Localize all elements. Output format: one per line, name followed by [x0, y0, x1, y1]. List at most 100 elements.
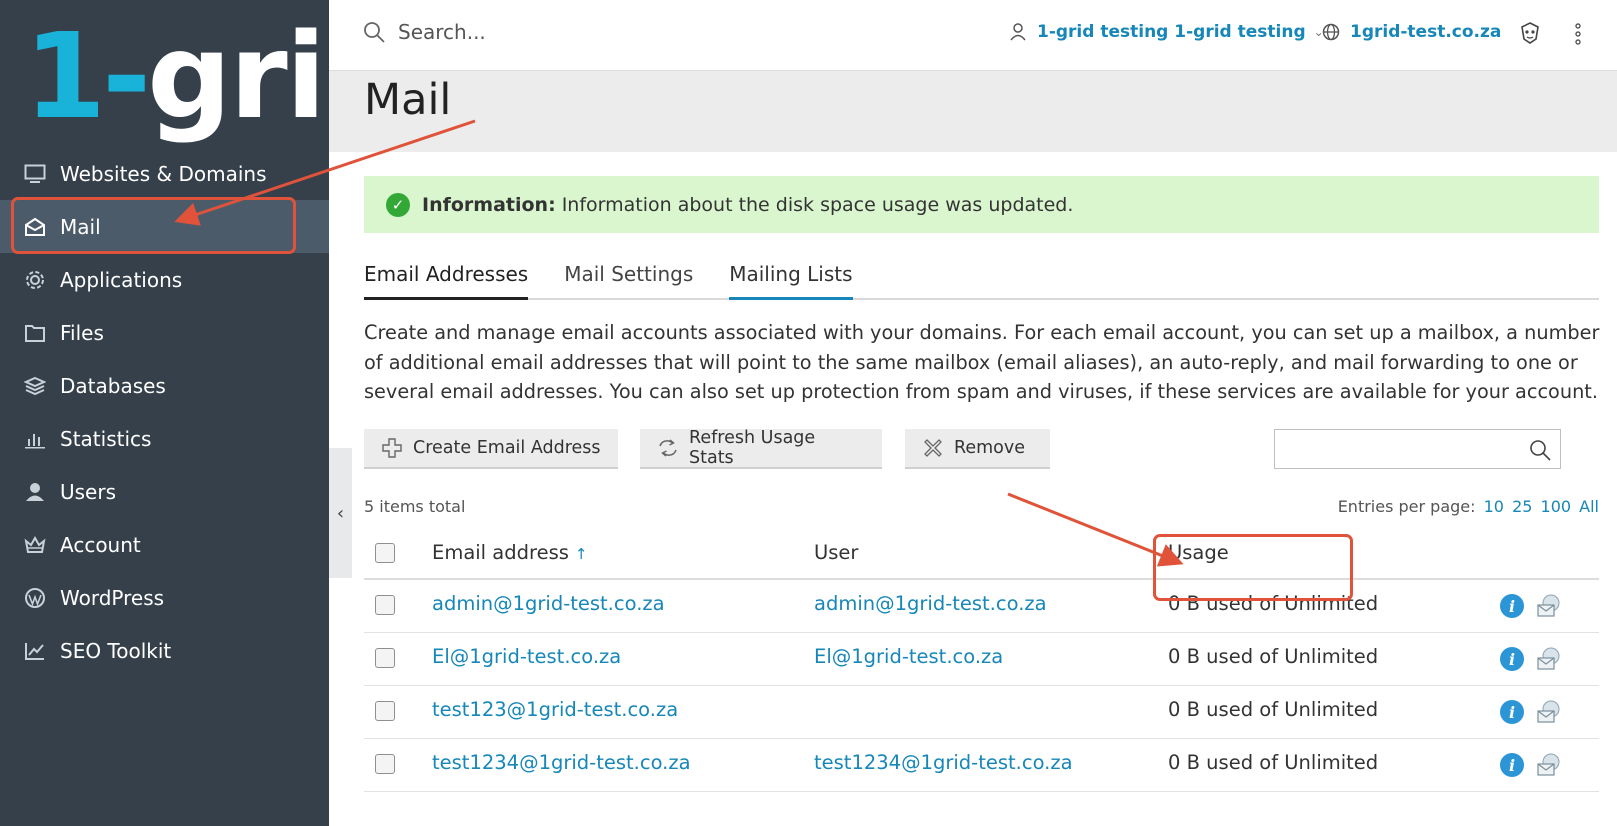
- create-email-address-label: Create Email Address: [413, 438, 601, 458]
- email-link[interactable]: test1234@1grid-test.co.za: [432, 751, 691, 774]
- info-message-text: Information about the disk space usage w…: [561, 193, 1074, 216]
- tab-mailing-lists[interactable]: Mailing Lists: [729, 258, 853, 300]
- table-row: admin@1grid-test.co.za admin@1grid-test.…: [364, 580, 1599, 633]
- crown-icon: [22, 534, 48, 556]
- info-icon[interactable]: i: [1500, 594, 1524, 618]
- sidebar-item-label: Account: [60, 532, 141, 557]
- trend-chart-icon: [22, 640, 48, 662]
- sidebar-item-label: WordPress: [60, 585, 165, 610]
- table-row: test1234@1grid-test.co.za test1234@1grid…: [364, 739, 1599, 792]
- tab-email-addresses[interactable]: Email Addresses: [364, 258, 529, 300]
- global-search[interactable]: Search...: [362, 20, 486, 44]
- main-content: ✓ Information: Information about the dis…: [329, 152, 1617, 826]
- list-meta: 5 items total Entries per page: 10 25 10…: [364, 497, 1599, 517]
- wordpress-icon: [22, 587, 48, 609]
- tab-mail-settings[interactable]: Mail Settings: [564, 258, 693, 300]
- more-options-icon[interactable]: [1572, 20, 1584, 48]
- domain-label: 1grid-test.co.za: [1350, 22, 1502, 42]
- webmail-icon[interactable]: [1536, 593, 1562, 619]
- row-checkbox[interactable]: [375, 648, 395, 668]
- sort-ascending-icon: ↑: [574, 545, 588, 563]
- entries-per-page-label: Entries per page:: [1337, 497, 1476, 516]
- email-link[interactable]: admin@1grid-test.co.za: [432, 592, 665, 615]
- webmail-icon[interactable]: [1536, 752, 1562, 778]
- table-row: El@1grid-test.co.za El@1grid-test.co.za …: [364, 633, 1599, 686]
- check-circle-icon: ✓: [386, 192, 410, 217]
- usage-value: 0 B used of Unlimited: [1168, 698, 1379, 721]
- per-page-option-10[interactable]: 10: [1484, 497, 1504, 516]
- info-icon[interactable]: i: [1500, 647, 1524, 671]
- sidebar: 1- grid Websites & Domains Mail Applicati…: [0, 0, 409, 826]
- per-page-option-100[interactable]: 100: [1541, 497, 1572, 516]
- sidebar-item-databases[interactable]: Databases: [0, 359, 329, 412]
- user-outline-icon: [1009, 23, 1027, 41]
- remove-button[interactable]: Remove: [905, 429, 1050, 469]
- sidebar-item-label: Applications: [60, 267, 183, 292]
- email-link[interactable]: El@1grid-test.co.za: [432, 645, 621, 668]
- usage-value: 0 B used of Unlimited: [1168, 751, 1379, 774]
- sidebar-item-label: Users: [60, 479, 117, 504]
- info-message: ✓ Information: Information about the dis…: [364, 176, 1599, 233]
- gear-icon: [22, 269, 48, 291]
- sidebar-item-users[interactable]: Users: [0, 465, 329, 518]
- row-checkbox[interactable]: [375, 754, 395, 774]
- usage-value: 0 B used of Unlimited: [1168, 645, 1379, 668]
- user-link[interactable]: test1234@1grid-test.co.za: [814, 751, 1073, 774]
- info-icon[interactable]: i: [1500, 753, 1524, 777]
- refresh-usage-stats-button[interactable]: Refresh Usage Stats: [640, 428, 882, 469]
- user-menu-label: 1-grid testing 1-grid testing: [1037, 22, 1306, 42]
- column-header-user[interactable]: User: [814, 541, 858, 564]
- items-total: 5 items total: [364, 497, 466, 516]
- mail-tabs: Email Addresses Mail Settings Mailing Li…: [364, 258, 1599, 300]
- list-toolbar: Create Email Address Refresh Usage Stats…: [364, 428, 1599, 469]
- per-page-option-all[interactable]: All: [1579, 497, 1599, 516]
- sidebar-item-label: Databases: [60, 373, 166, 398]
- annotation-highlight-usage: [1153, 534, 1353, 601]
- top-bar: Search... 1-grid testing 1-grid testing …: [329, 0, 1617, 71]
- remove-label: Remove: [954, 438, 1026, 458]
- monitor-icon: [22, 163, 48, 185]
- search-icon: [1528, 438, 1552, 462]
- select-all-checkbox[interactable]: [375, 543, 395, 563]
- logo-part-1: 1-: [24, 7, 151, 145]
- column-header-email-label: Email address: [432, 541, 569, 564]
- sidebar-item-files[interactable]: Files: [0, 306, 329, 359]
- refresh-usage-stats-label: Refresh Usage Stats: [689, 428, 816, 468]
- row-checkbox[interactable]: [375, 595, 395, 615]
- row-checkbox[interactable]: [375, 701, 395, 721]
- layers-icon: [22, 375, 48, 397]
- sidebar-item-applications[interactable]: Applications: [0, 253, 329, 306]
- create-email-address-button[interactable]: Create Email Address: [364, 429, 618, 469]
- bar-chart-icon: [22, 428, 48, 450]
- sidebar-item-account[interactable]: Account: [0, 518, 329, 571]
- domain-switcher[interactable]: 1grid-test.co.za: [1322, 22, 1501, 42]
- list-search-input[interactable]: [1274, 429, 1561, 469]
- shield-badge-icon[interactable]: [1518, 21, 1542, 45]
- sidebar-item-seo-toolkit[interactable]: SEO Toolkit: [0, 624, 329, 677]
- page-title: Mail: [364, 75, 452, 125]
- user-icon: [22, 481, 48, 503]
- refresh-icon: [657, 437, 679, 459]
- info-icon[interactable]: i: [1500, 700, 1524, 724]
- user-link[interactable]: admin@1grid-test.co.za: [814, 592, 1047, 615]
- email-table: Email address ↑ User Usage admin@1grid-te…: [364, 528, 1599, 792]
- table-row: test123@1grid-test.co.za 0 B used of Unl…: [364, 686, 1599, 739]
- user-link[interactable]: El@1grid-test.co.za: [814, 645, 1003, 668]
- entries-per-page: Entries per page: 10 25 100 All: [1338, 497, 1599, 516]
- sidebar-item-statistics[interactable]: Statistics: [0, 412, 329, 465]
- per-page-option-25[interactable]: 25: [1512, 497, 1532, 516]
- sidebar-item-wordpress[interactable]: WordPress: [0, 571, 329, 624]
- email-link[interactable]: test123@1grid-test.co.za: [432, 698, 678, 721]
- sidebar-item-label: Files: [60, 320, 104, 345]
- sidebar-item-label: SEO Toolkit: [60, 638, 172, 663]
- sidebar-item-websites-domains[interactable]: Websites & Domains: [0, 147, 329, 200]
- webmail-icon[interactable]: [1536, 646, 1562, 672]
- remove-x-icon: [922, 437, 944, 459]
- user-menu[interactable]: 1-grid testing 1-grid testing ⌄: [1009, 22, 1324, 42]
- webmail-icon[interactable]: [1536, 699, 1562, 725]
- column-header-email[interactable]: Email address ↑: [432, 541, 588, 564]
- page-header: Mail: [329, 71, 1617, 152]
- table-header-row: Email address ↑ User Usage: [364, 528, 1599, 580]
- search-icon: [362, 20, 386, 44]
- search-input[interactable]: Search...: [398, 20, 486, 44]
